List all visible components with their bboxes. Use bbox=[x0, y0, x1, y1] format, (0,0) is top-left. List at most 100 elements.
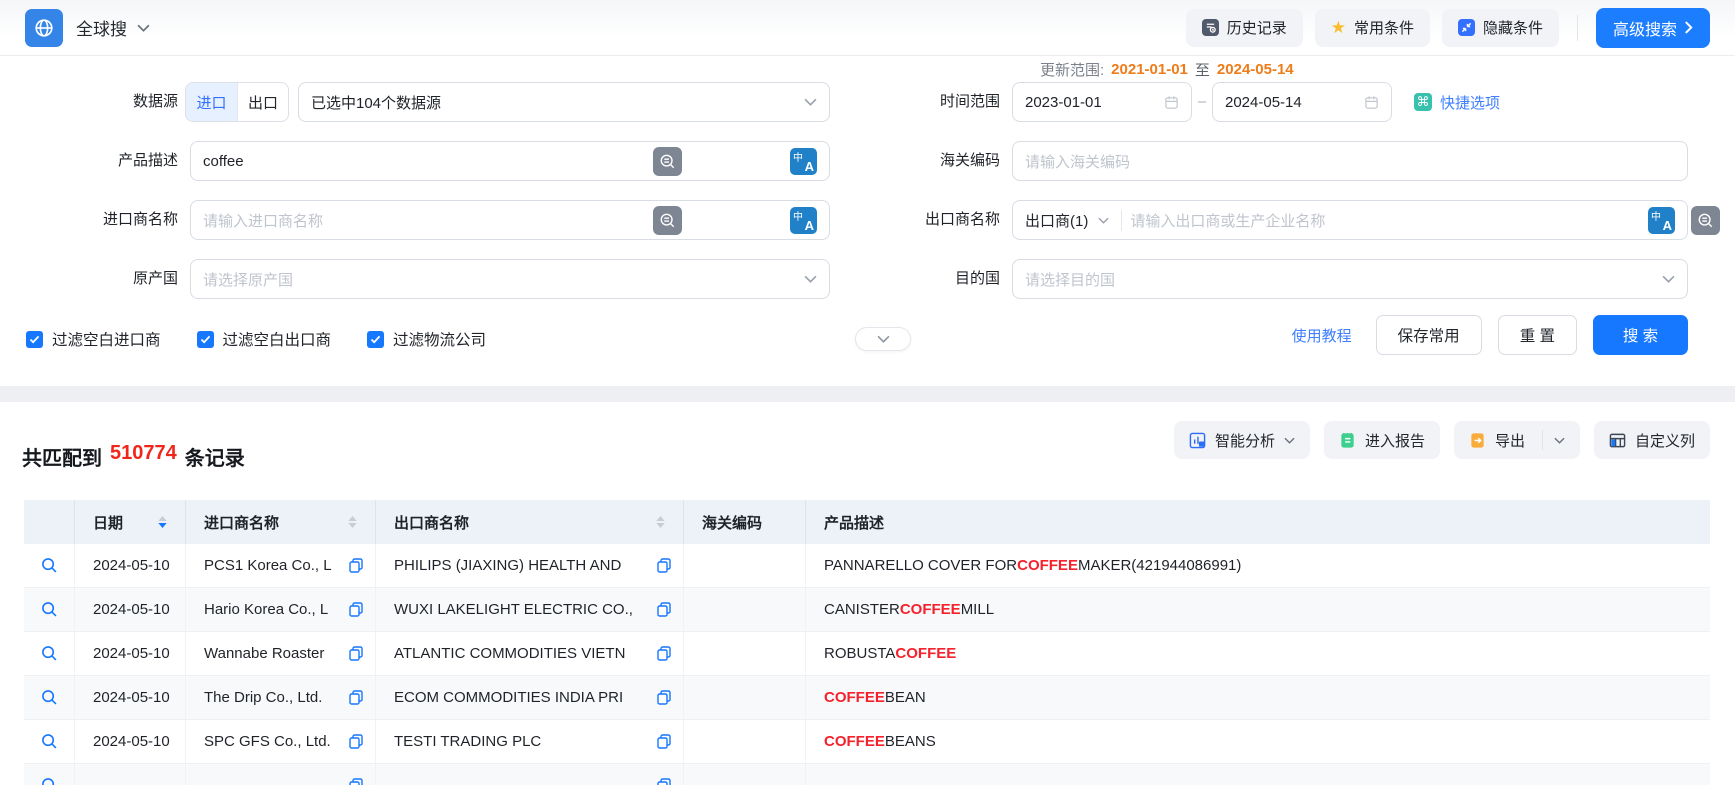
exporter-name[interactable]: WUXI LAKELIGHT ELECTRIC CO., bbox=[394, 601, 651, 618]
copy-icon[interactable] bbox=[349, 778, 363, 785]
row-detail-search-icon[interactable] bbox=[41, 645, 58, 662]
copy-icon[interactable] bbox=[657, 690, 671, 705]
cell-product-desc: ROBUSTA COFFEE bbox=[806, 632, 1710, 675]
dest-country-placeholder: 请选择目的国 bbox=[1025, 269, 1654, 290]
hide-conditions-button[interactable]: 隐藏条件 bbox=[1442, 9, 1559, 47]
exporter-field: 出口商(1) 请输入出口商或生产企业名称 中A bbox=[1012, 200, 1688, 240]
update-range-to: 至 bbox=[1195, 59, 1210, 80]
row-detail-search-icon[interactable] bbox=[41, 601, 58, 618]
export-button[interactable]: 导出 bbox=[1454, 421, 1580, 459]
product-desc-input[interactable]: coffee 中A bbox=[190, 141, 830, 181]
start-date-input[interactable]: 2023-01-01 bbox=[1012, 82, 1192, 122]
history-button[interactable]: 历史记录 bbox=[1186, 9, 1303, 47]
collapse-form-button[interactable] bbox=[855, 327, 911, 351]
save-conditions-button[interactable]: 保存常用 bbox=[1376, 315, 1482, 355]
hs-code-input[interactable]: 请输入海关编码 bbox=[1012, 141, 1688, 181]
title-chevron-down-icon[interactable] bbox=[137, 24, 150, 32]
copy-icon[interactable] bbox=[657, 778, 671, 785]
exporter-input[interactable]: 出口商(1) 请输入出口商或生产企业名称 中A bbox=[1012, 200, 1688, 240]
chevron-down-icon bbox=[1662, 275, 1675, 283]
import-export-toggle: 进口 出口 bbox=[185, 82, 289, 122]
translate-icon[interactable]: 中A bbox=[1648, 207, 1675, 234]
copy-icon[interactable] bbox=[349, 602, 363, 617]
table-row: 2024-05-10 PCS1 Korea Co., L PHILIPS (JI… bbox=[24, 544, 1710, 588]
reset-button[interactable]: 重 置 bbox=[1498, 315, 1577, 355]
copy-icon[interactable] bbox=[657, 734, 671, 749]
summary-prefix: 共匹配到 bbox=[22, 442, 102, 471]
exporter-type-value: 出口商(1) bbox=[1025, 210, 1088, 231]
exporter-name[interactable]: TESTI TRADING PLC bbox=[394, 733, 651, 750]
header-date[interactable]: 日期 bbox=[75, 500, 186, 544]
copy-icon[interactable] bbox=[349, 734, 363, 749]
end-date-input[interactable]: 2024-05-14 bbox=[1212, 82, 1392, 122]
cell-exporter bbox=[376, 764, 684, 785]
header-action-column bbox=[24, 500, 75, 544]
sort-icon[interactable] bbox=[158, 516, 167, 528]
header-hs-code: 海关编码 bbox=[684, 500, 806, 544]
importer-name[interactable]: PCS1 Korea Co., L bbox=[204, 557, 343, 574]
cell-exporter: WUXI LAKELIGHT ELECTRIC CO., bbox=[376, 588, 684, 631]
enter-report-button[interactable]: 进入报告 bbox=[1324, 421, 1440, 459]
sort-icon[interactable] bbox=[348, 516, 357, 528]
toggle-import[interactable]: 进口 bbox=[186, 83, 237, 121]
checkbox-filter-logistics[interactable]: 过滤物流公司 bbox=[367, 328, 486, 350]
analysis-chart-icon: BI bbox=[1189, 432, 1206, 449]
checkbox-checked-icon bbox=[367, 331, 384, 348]
copy-icon[interactable] bbox=[349, 690, 363, 705]
exporter-name[interactable]: ATLANTIC COMMODITIES VIETN bbox=[394, 645, 651, 662]
copy-icon[interactable] bbox=[657, 602, 671, 617]
importer-label: 进口商名称 bbox=[0, 200, 178, 240]
saved-conditions-button[interactable]: ★ 常用条件 bbox=[1315, 9, 1430, 47]
synonym-search-icon[interactable] bbox=[653, 206, 682, 235]
checkbox-filter-blank-exporter[interactable]: 过滤空白出口商 bbox=[197, 328, 332, 350]
exporter-type-select[interactable]: 出口商(1) bbox=[1025, 210, 1122, 231]
checkbox-label: 过滤空白出口商 bbox=[223, 328, 332, 350]
header-exporter[interactable]: 出口商名称 bbox=[376, 500, 684, 544]
product-desc-field: coffee 中A bbox=[190, 141, 830, 181]
header-importer[interactable]: 进口商名称 bbox=[186, 500, 376, 544]
search-button[interactable]: 搜 索 bbox=[1593, 315, 1688, 355]
copy-icon[interactable] bbox=[657, 558, 671, 573]
checkbox-filter-blank-importer[interactable]: 过滤空白进口商 bbox=[26, 328, 161, 350]
app-logo-globe-icon bbox=[25, 9, 63, 47]
chevron-down-icon[interactable] bbox=[1554, 437, 1565, 444]
topbar-divider bbox=[1577, 15, 1578, 41]
exporter-name[interactable]: ECOM COMMODITIES INDIA PRI bbox=[394, 689, 651, 706]
importer-name[interactable]: The Drip Co., Ltd. bbox=[204, 689, 343, 706]
row-detail-search-icon[interactable] bbox=[41, 777, 58, 785]
importer-name[interactable]: SPC GFS Co., Ltd. bbox=[204, 733, 343, 750]
row-detail-search-icon[interactable] bbox=[41, 689, 58, 706]
chevron-down-icon bbox=[804, 98, 817, 106]
sort-icon[interactable] bbox=[656, 516, 665, 528]
translate-icon[interactable]: 中A bbox=[790, 207, 817, 234]
translate-icon[interactable]: 中A bbox=[790, 148, 817, 175]
synonym-search-icon[interactable] bbox=[653, 147, 682, 176]
importer-input[interactable]: 请输入进口商名称 中A bbox=[190, 200, 830, 240]
data-source-select[interactable]: 已选中104个数据源 bbox=[298, 82, 830, 122]
importer-name[interactable]: Wannabe Roaster bbox=[204, 645, 343, 662]
dest-country-select[interactable]: 请选择目的国 bbox=[1012, 259, 1688, 299]
cell-product-desc: COFFEE BEANS bbox=[806, 720, 1710, 763]
copy-icon[interactable] bbox=[349, 558, 363, 573]
tutorial-link[interactable]: 使用教程 bbox=[1292, 325, 1352, 346]
cell-date: 2024-05-10 bbox=[75, 588, 186, 631]
copy-icon[interactable] bbox=[657, 646, 671, 661]
row-detail-search-icon[interactable] bbox=[41, 733, 58, 750]
copy-icon[interactable] bbox=[349, 646, 363, 661]
advanced-search-button[interactable]: 高级搜索 bbox=[1596, 8, 1710, 48]
form-row-2: 产品描述 coffee 中A 海关编码 请输入海关编码 bbox=[0, 141, 1735, 181]
custom-columns-button[interactable]: 自定义列 bbox=[1594, 421, 1710, 459]
cell-product-desc: PANNARELLO COVER FOR COFFEE MAKER(421944… bbox=[806, 544, 1710, 587]
toggle-export[interactable]: 出口 bbox=[237, 83, 288, 121]
checkbox-label: 过滤空白进口商 bbox=[52, 328, 161, 350]
cell-exporter: PHILIPS (JIAXING) HEALTH AND bbox=[376, 544, 684, 587]
smart-analysis-button[interactable]: BI 智能分析 bbox=[1174, 421, 1310, 459]
history-button-label: 历史记录 bbox=[1227, 17, 1287, 38]
cell-exporter: ATLANTIC COMMODITIES VIETN bbox=[376, 632, 684, 675]
origin-country-select[interactable]: 请选择原产国 bbox=[190, 259, 830, 299]
importer-name[interactable]: Hario Korea Co., L bbox=[204, 601, 343, 618]
synonym-search-icon[interactable] bbox=[1691, 206, 1720, 235]
row-detail-search-icon[interactable] bbox=[41, 557, 58, 574]
quick-options-link[interactable]: ⌘ 快捷选项 bbox=[1414, 82, 1500, 122]
exporter-name[interactable]: PHILIPS (JIAXING) HEALTH AND bbox=[394, 557, 651, 574]
